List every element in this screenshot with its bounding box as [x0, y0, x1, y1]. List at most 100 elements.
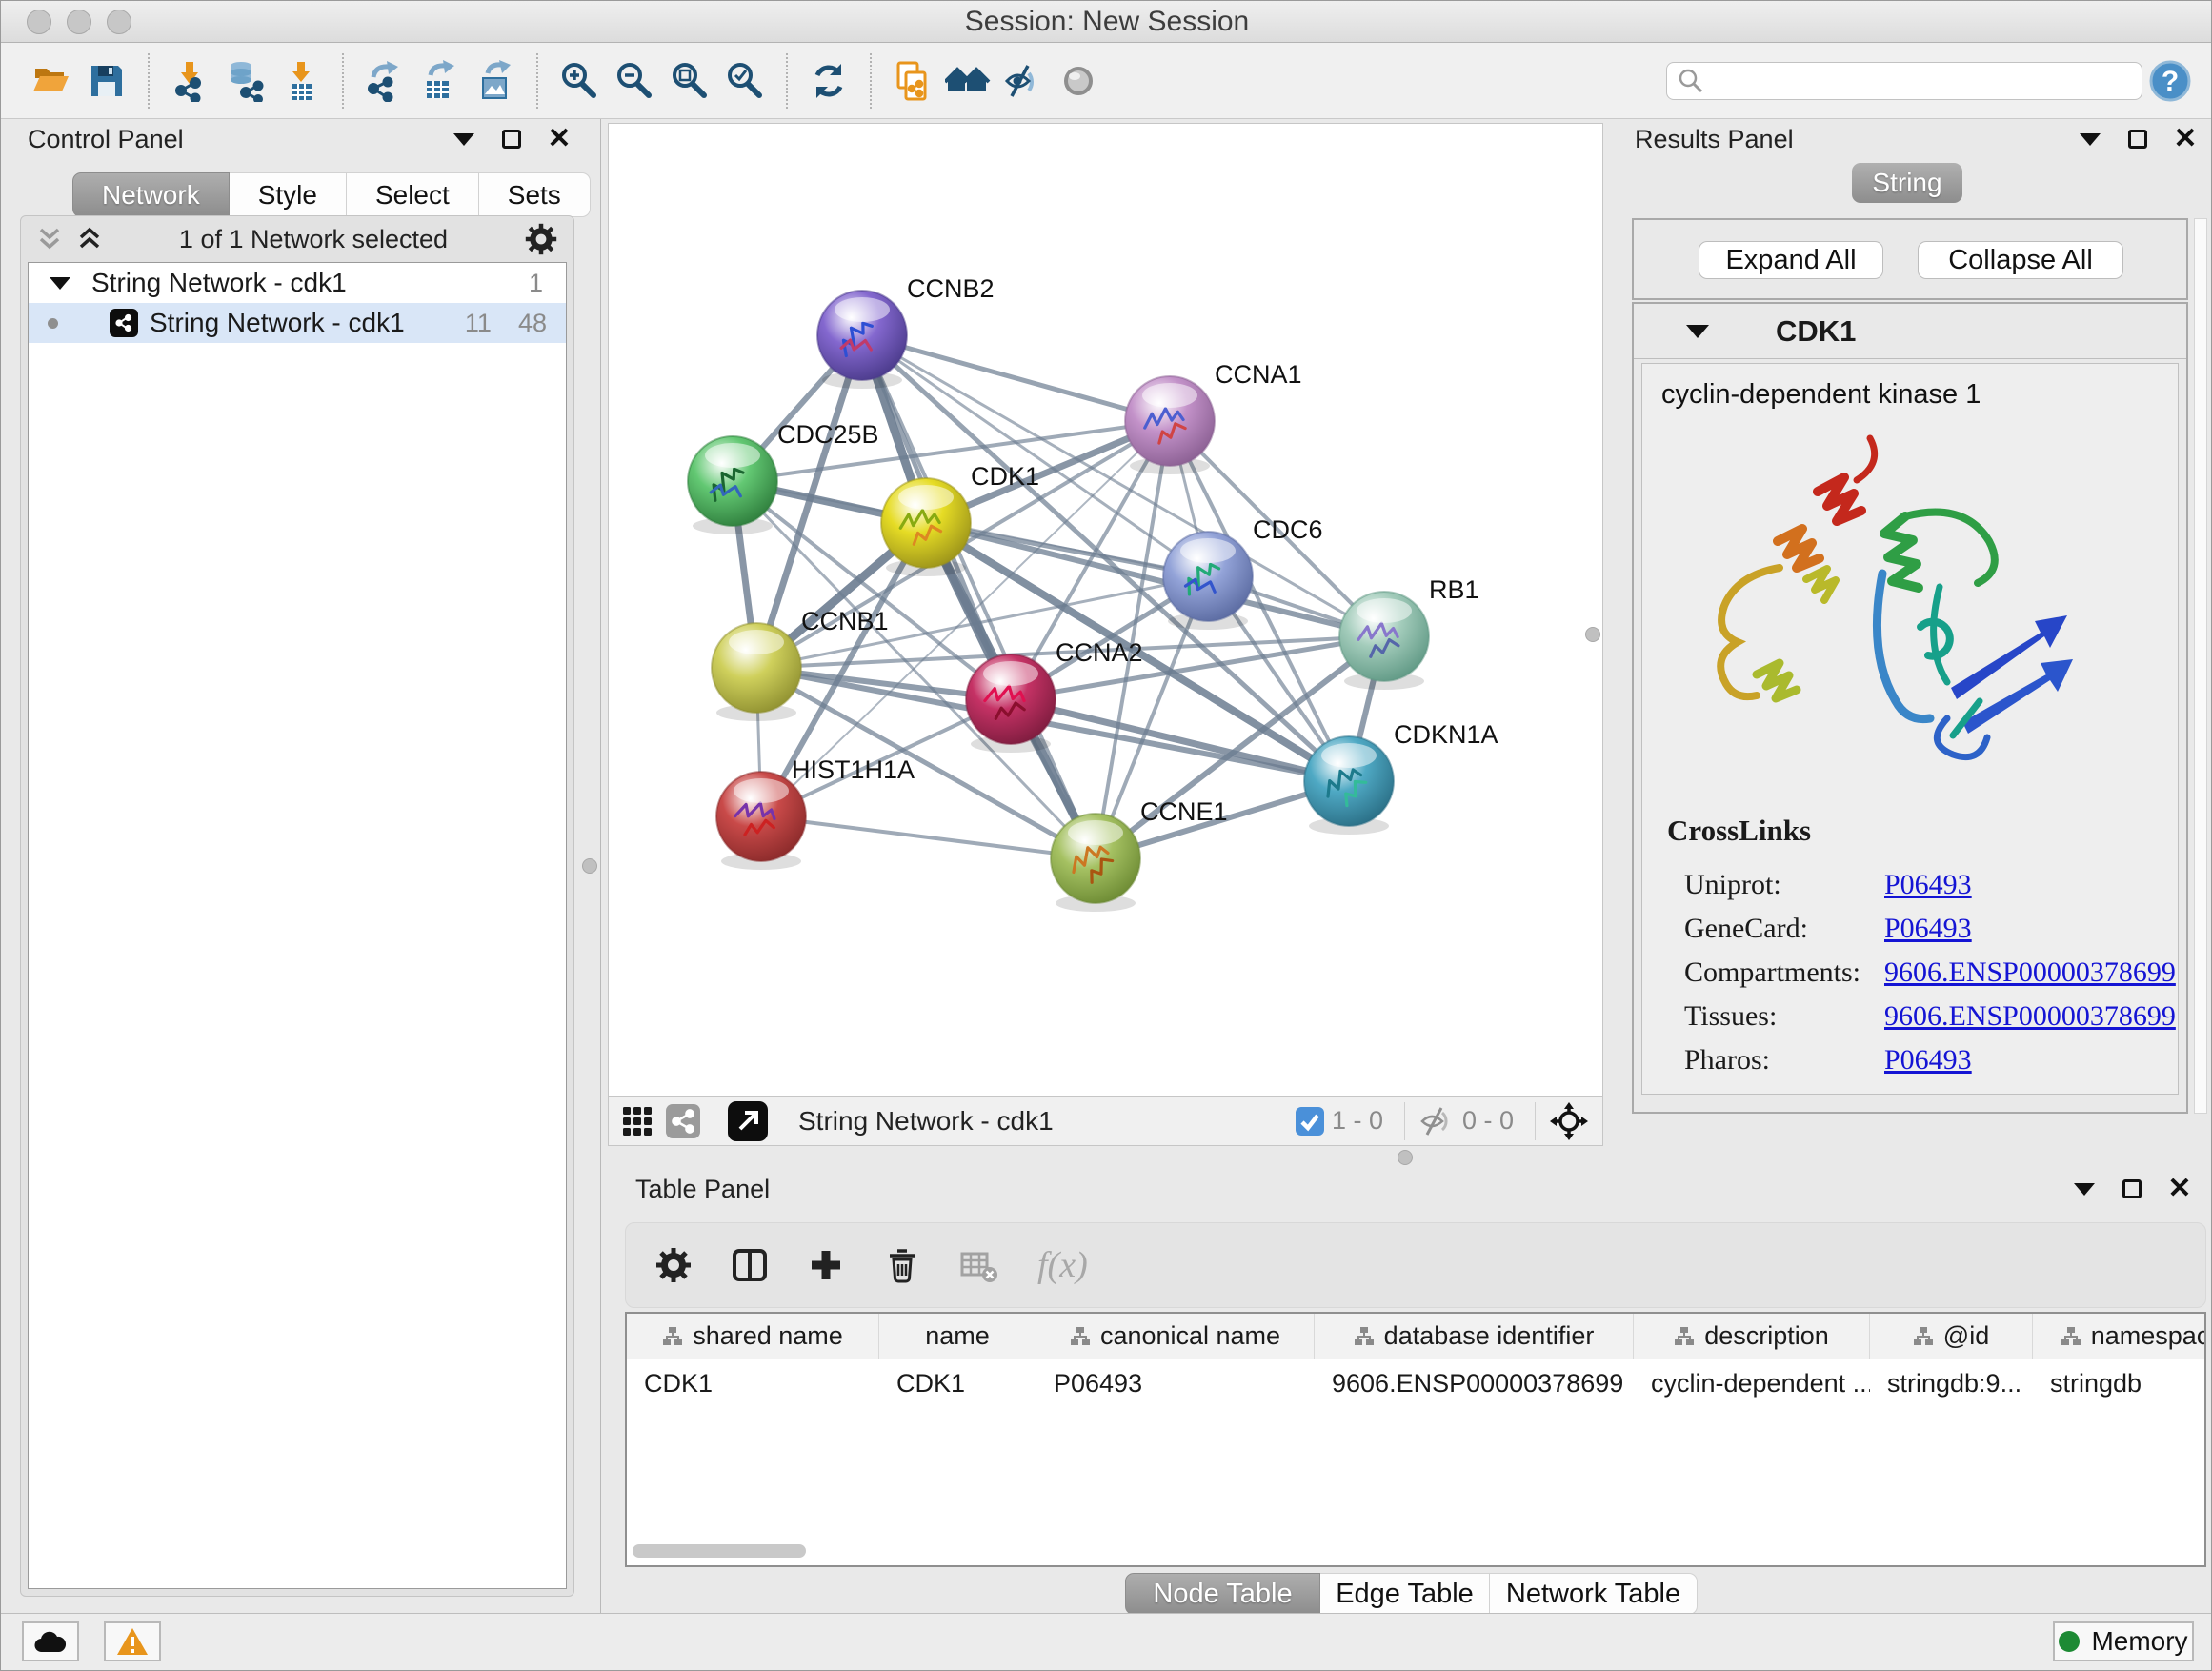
svg-text:?: ?	[2162, 66, 2179, 97]
selected-nodes-checkbox[interactable]	[1296, 1107, 1324, 1136]
network-graph[interactable]: CCNB2CCNA1CDC25BCDK1CDC6RB1CCNB1CCNA2CDK…	[609, 124, 1602, 1096]
warning-status-button[interactable]	[104, 1621, 161, 1661]
delete-column-button[interactable]	[883, 1245, 921, 1285]
tab-network-table[interactable]: Network Table	[1490, 1573, 1698, 1615]
tab-network[interactable]: Network	[72, 172, 230, 217]
table-cell[interactable]: CDK1	[627, 1359, 879, 1407]
zoom-in-button[interactable]	[552, 50, 607, 111]
table-hscrollbar-thumb[interactable]	[633, 1544, 806, 1558]
network-collection-row[interactable]: String Network - cdk1 1	[29, 263, 566, 303]
node-CCNB2[interactable]: CCNB2	[817, 274, 995, 389]
import-table-button[interactable]	[273, 50, 329, 111]
table-cell[interactable]: stringdb:9...	[1870, 1359, 2033, 1407]
collapse-all-button[interactable]: Collapse All	[1918, 241, 2123, 279]
show-columns-button[interactable]	[731, 1246, 769, 1284]
node-CDC25B[interactable]: CDC25B	[688, 420, 879, 534]
add-column-button[interactable]	[807, 1246, 845, 1284]
network-view-type-button[interactable]	[666, 1104, 700, 1138]
cloud-status-button[interactable]	[22, 1621, 79, 1661]
table-cell[interactable]: 9606.ENSP00000378699	[1315, 1359, 1634, 1407]
table-options-gear-button[interactable]	[654, 1246, 693, 1284]
tab-edge-table[interactable]: Edge Table	[1320, 1573, 1490, 1615]
tab-style[interactable]: Style	[230, 172, 347, 217]
collection-expander-icon[interactable]	[50, 277, 70, 290]
memory-button[interactable]: Memory	[2053, 1621, 2194, 1661]
collapse-all-networks-button[interactable]	[36, 224, 63, 254]
export-network-button[interactable]	[357, 50, 412, 111]
column-header-namespace[interactable]: namespace	[2033, 1314, 2206, 1359]
control-panel-collapse-button[interactable]	[452, 127, 476, 151]
crosslink-link[interactable]: P06493	[1884, 913, 1972, 945]
crosslink-row: Tissues:9606.ENSP00000378699	[1667, 995, 2176, 1038]
tab-select[interactable]: Select	[347, 172, 479, 217]
zoom-selected-button[interactable]	[717, 50, 773, 111]
control-panel-close-button[interactable]: ✕	[547, 127, 572, 151]
column-header-name[interactable]: name	[879, 1314, 1036, 1359]
home-networks-button[interactable]	[940, 50, 995, 111]
network-canvas[interactable]: CCNB2CCNA1CDC25BCDK1CDC6RB1CCNB1CCNA2CDK…	[608, 123, 1603, 1097]
tab-sets[interactable]: Sets	[479, 172, 591, 217]
zoom-fit-button[interactable]	[662, 50, 717, 111]
node-CCNA1[interactable]: CCNA1	[1125, 360, 1302, 474]
table-cell[interactable]: CDK1	[879, 1359, 1036, 1407]
table-cell[interactable]: P06493	[1036, 1359, 1315, 1407]
hidden-elements-button[interactable]	[1418, 1105, 1455, 1137]
save-session-button[interactable]	[79, 50, 134, 111]
import-network-database-button[interactable]	[218, 50, 273, 111]
results-panel-float-button[interactable]	[2125, 127, 2150, 151]
edge-CCNE1-HIST1H1A[interactable]	[761, 816, 1096, 858]
tab-string[interactable]: String	[1852, 163, 1962, 203]
function-builder-button[interactable]: f(x)	[1037, 1244, 1088, 1286]
network-row[interactable]: String Network - cdk1 11 48	[29, 303, 566, 343]
zoom-out-button[interactable]	[607, 50, 662, 111]
grid-view-button[interactable]	[622, 1106, 653, 1137]
hide-details-button[interactable]	[995, 50, 1051, 111]
refresh-view-button[interactable]	[801, 50, 856, 111]
control-panel-float-button[interactable]	[499, 127, 524, 151]
network-options-gear-button[interactable]	[524, 222, 558, 256]
results-scrollbar[interactable]	[2194, 218, 2207, 1114]
help-button[interactable]: ?	[2142, 50, 2198, 111]
column-header-shared-name[interactable]: shared name	[627, 1314, 879, 1359]
cdk1-entry-header[interactable]: CDK1	[1634, 304, 2186, 359]
left-splitter-handle[interactable]	[582, 858, 597, 874]
table-panel-close-button[interactable]: ✕	[2167, 1177, 2192, 1201]
node-table: shared namenamecanonical namedatabase id…	[625, 1312, 2206, 1567]
delete-table-button[interactable]	[959, 1246, 999, 1284]
column-header-database-identifier[interactable]: database identifier	[1315, 1314, 1634, 1359]
node-RB1[interactable]: RB1	[1339, 575, 1479, 690]
results-panel-close-button[interactable]: ✕	[2173, 127, 2198, 151]
export-image-button[interactable]	[468, 50, 523, 111]
show-details-button[interactable]	[1051, 50, 1106, 111]
clone-network-button[interactable]	[885, 50, 940, 111]
column-header-canonical-name[interactable]: canonical name	[1036, 1314, 1315, 1359]
import-network-file-button[interactable]	[163, 50, 218, 111]
column-header-description[interactable]: description	[1634, 1314, 1870, 1359]
crosslink-link[interactable]: 9606.ENSP00000378699	[1884, 956, 2176, 989]
crosslink-link[interactable]: 9606.ENSP00000378699	[1884, 1000, 2176, 1033]
entry-expander-icon[interactable]	[1686, 325, 1709, 338]
node-HIST1H1A[interactable]: HIST1H1A	[716, 755, 915, 870]
expand-all-button[interactable]: Expand All	[1699, 241, 1883, 279]
expand-all-networks-button[interactable]	[76, 224, 103, 254]
open-session-button[interactable]	[24, 50, 79, 111]
table-cell[interactable]: cyclin-dependent ...	[1634, 1359, 1870, 1407]
edge-CCNA2-CDKN1A[interactable]	[1011, 699, 1349, 781]
bottom-splitter-handle[interactable]	[1398, 1150, 1413, 1165]
tab-node-table[interactable]: Node Table	[1125, 1573, 1320, 1615]
birds-eye-view-button[interactable]	[728, 1101, 768, 1141]
right-splitter-handle[interactable]	[1585, 627, 1600, 642]
search-input[interactable]	[1705, 66, 2132, 95]
table-panel-float-button[interactable]	[2120, 1177, 2144, 1201]
table-cell[interactable]: stringdb	[2033, 1359, 2206, 1407]
column-header-@id[interactable]: @id	[1870, 1314, 2033, 1359]
results-panel-collapse-button[interactable]	[2078, 127, 2102, 151]
table-row[interactable]: CDK1CDK1P064939606.ENSP00000378699cyclin…	[627, 1359, 2204, 1407]
export-table-button[interactable]	[412, 50, 468, 111]
crosslink-link[interactable]: P06493	[1884, 869, 1972, 901]
crosslink-link[interactable]: P06493	[1884, 1044, 1972, 1077]
fit-selected-button[interactable]	[1549, 1101, 1589, 1141]
results-panel: Results Panel ✕ String Expand All Collap…	[1611, 119, 2212, 1167]
table-panel-collapse-button[interactable]	[2072, 1177, 2097, 1201]
node-CDKN1A[interactable]: CDKN1A	[1304, 720, 1498, 835]
